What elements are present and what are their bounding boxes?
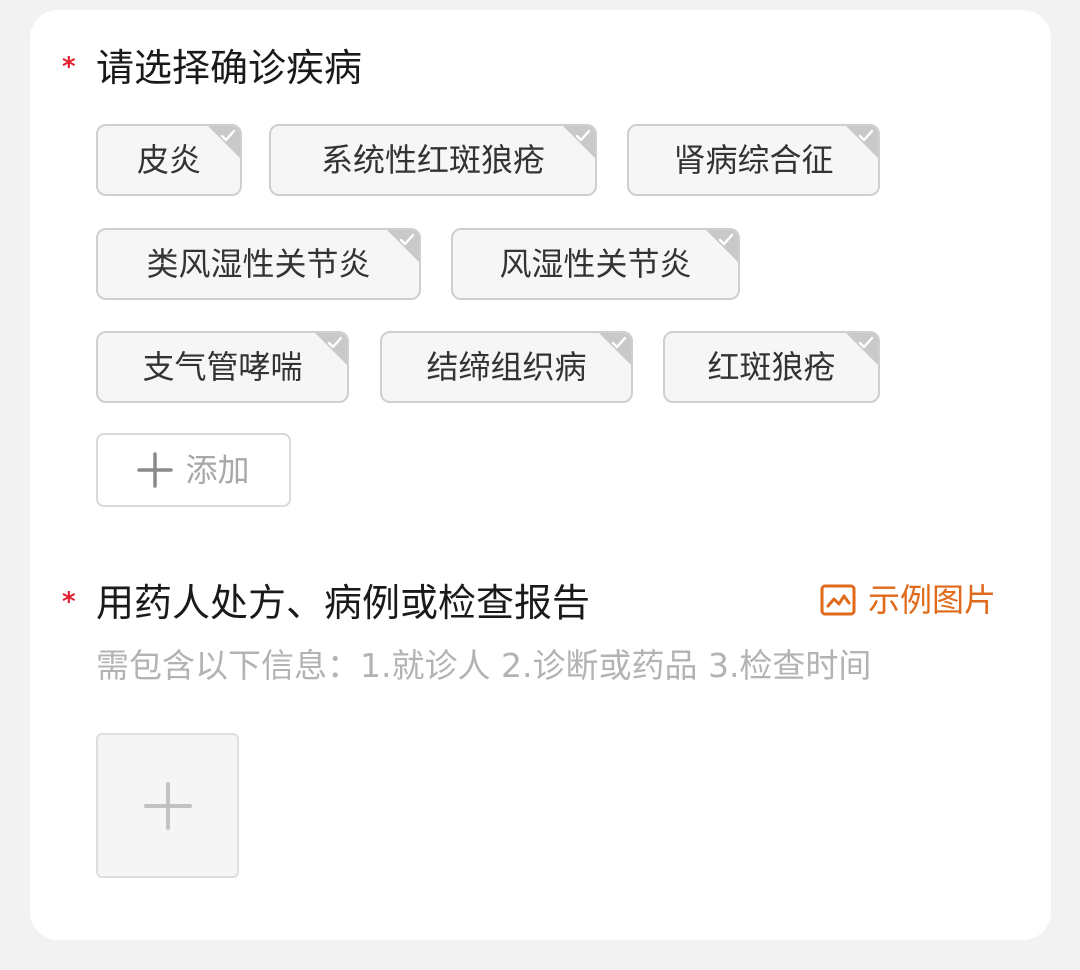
check-icon [611, 336, 627, 349]
disease-tag[interactable]: 风湿性关节炎 [451, 228, 740, 300]
check-icon [575, 129, 591, 142]
disease-tag-label: 风湿性关节炎 [499, 245, 692, 283]
add-disease-button[interactable]: 添加 [96, 433, 291, 507]
plus-icon [137, 452, 174, 488]
check-icon [858, 129, 874, 142]
add-disease-label: 添加 [185, 451, 250, 489]
disease-tag[interactable]: 系统性红斑狼疮 [269, 124, 597, 196]
check-icon [220, 129, 236, 142]
upload-hint: 需包含以下信息：1.就诊人 2.诊断或药品 3.检查时间 [96, 646, 872, 685]
disease-tag-label: 皮炎 [136, 141, 201, 179]
disease-tag[interactable]: 红斑狼疮 [663, 331, 880, 403]
upload-image-button[interactable] [96, 733, 239, 878]
disease-tag[interactable]: 类风湿性关节炎 [96, 228, 421, 300]
check-icon [718, 233, 734, 246]
image-icon [820, 584, 856, 616]
disease-tag[interactable]: 肾病综合征 [627, 124, 880, 196]
check-icon [399, 233, 415, 246]
disease-tag[interactable]: 皮炎 [96, 124, 242, 196]
disease-tag-label: 结缔组织病 [426, 348, 587, 386]
disease-tag-label: 类风湿性关节炎 [146, 245, 371, 283]
example-image-link[interactable]: 示例图片 [820, 580, 996, 620]
disease-tag[interactable]: 支气管哮喘 [96, 331, 349, 403]
required-mark: * [62, 587, 76, 617]
disease-tag-label: 红斑狼疮 [707, 348, 836, 386]
disease-tag-label: 肾病综合征 [673, 141, 834, 179]
plus-icon [143, 781, 192, 830]
example-image-label: 示例图片 [868, 581, 997, 619]
check-icon [327, 336, 343, 349]
diagnosis-title: 请选择确诊疾病 [96, 46, 363, 90]
prescription-title: 用药人处方、病例或检查报告 [96, 581, 591, 625]
disease-tag[interactable]: 结缔组织病 [380, 331, 633, 403]
disease-tag-label: 支气管哮喘 [142, 348, 303, 386]
required-mark: * [62, 52, 76, 82]
disease-tag-label: 系统性红斑狼疮 [320, 141, 545, 179]
check-icon [858, 336, 874, 349]
